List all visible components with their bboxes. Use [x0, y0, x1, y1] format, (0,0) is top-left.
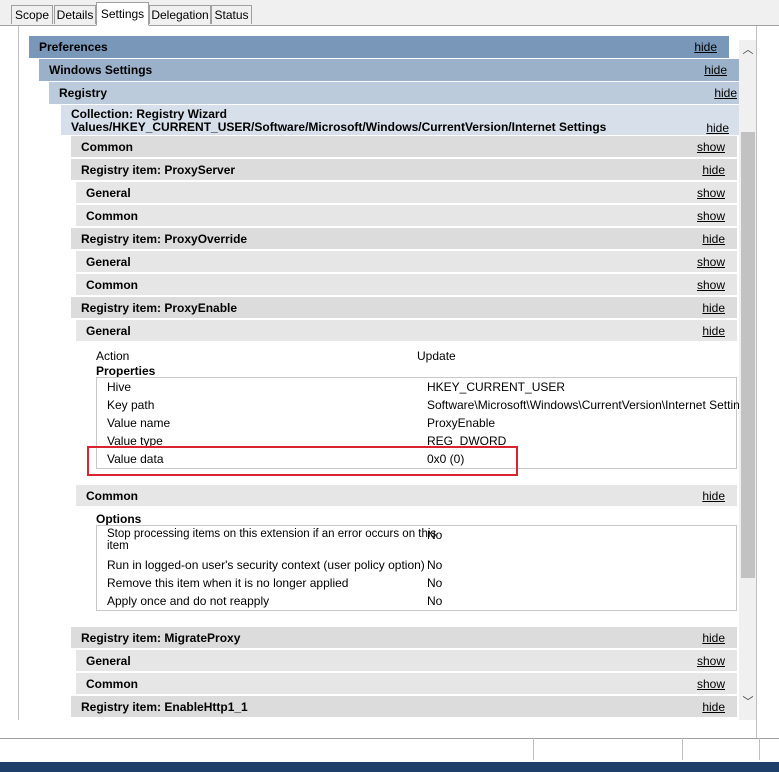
section-proxyenable-general: General hide	[76, 319, 737, 341]
section-proxyenable-common: Common hide	[76, 484, 737, 506]
option-value: No	[427, 594, 443, 608]
action-label: Action	[96, 349, 130, 363]
option-label: Stop processing items on this extension …	[107, 528, 436, 552]
property-value: ProxyEnable	[427, 416, 496, 430]
section-proxyserver: Registry item: ProxyServer hide	[71, 158, 737, 180]
section-title: Preferences	[39, 40, 108, 54]
section-proxyserver-general: General show	[76, 181, 737, 203]
tab-status[interactable]: Status	[211, 5, 252, 24]
hide-link[interactable]: hide	[694, 36, 717, 58]
option-label: Apply once and do not reapply	[107, 594, 270, 608]
collection-title-line2: Values/HKEY_CURRENT_USER/Software/Micros…	[71, 120, 607, 134]
section-title: Common	[86, 677, 138, 691]
status-bar	[0, 738, 779, 761]
show-link[interactable]: show	[697, 182, 725, 204]
section-collection: Collection: Registry Wizard Values/HKEY_…	[61, 105, 739, 135]
section-proxyoverride: Registry item: ProxyOverride hide	[71, 227, 737, 249]
option-label: Run in logged-on user's security context…	[107, 558, 425, 572]
properties-heading: Properties	[96, 364, 156, 378]
section-title: Common	[86, 278, 138, 292]
hide-link[interactable]: hide	[704, 59, 727, 81]
option-label-line: Stop processing items on this extension …	[107, 528, 437, 540]
section-title: Registry item: ProxyEnable	[81, 301, 238, 315]
option-label: Remove this item when it is no longer ap…	[107, 576, 349, 590]
option-value: No	[427, 558, 443, 572]
property-value: HKEY_CURRENT_USER	[427, 380, 566, 394]
show-link[interactable]: show	[697, 205, 725, 227]
hide-link[interactable]: hide	[702, 320, 725, 342]
tab-settings[interactable]: Settings	[96, 2, 149, 26]
status-separator	[759, 738, 760, 760]
hide-link[interactable]: hide	[702, 627, 725, 649]
section-migrateproxy: Registry item: MigrateProxy hide	[71, 626, 737, 648]
section-title: General	[86, 255, 131, 269]
section-title: Windows Settings	[49, 63, 153, 77]
section-migrateproxy-common: Common show	[76, 672, 737, 694]
section-migrateproxy-general: General show	[76, 649, 737, 671]
tab-details[interactable]: Details	[54, 5, 96, 24]
hide-link[interactable]: hide	[702, 696, 725, 718]
show-link[interactable]: show	[697, 650, 725, 672]
options-heading: Options	[96, 512, 142, 526]
taskbar-strip	[0, 762, 779, 772]
section-title: General	[86, 186, 131, 200]
section-title: Registry item: MigrateProxy	[81, 631, 241, 645]
show-link[interactable]: show	[697, 673, 725, 695]
hide-link[interactable]: hide	[706, 121, 729, 135]
show-link[interactable]: show	[697, 136, 725, 158]
right-frame	[756, 26, 779, 738]
section-title: Common	[86, 209, 138, 223]
section-title: General	[86, 324, 131, 338]
hide-link[interactable]: hide	[702, 485, 725, 507]
show-link[interactable]: show	[697, 274, 725, 296]
hide-link[interactable]: hide	[714, 82, 737, 104]
section-preferences: Preferences hide	[29, 36, 729, 58]
section-registry: Registry hide	[49, 82, 739, 104]
section-proxyoverride-general: General show	[76, 250, 737, 272]
scroll-down-icon[interactable]: ﹀	[741, 694, 755, 710]
section-title: Registry item: ProxyOverride	[81, 232, 248, 246]
section-title: Common	[86, 489, 138, 503]
hide-link[interactable]: hide	[702, 228, 725, 250]
section-title: Registry item: ProxyServer	[81, 163, 236, 177]
highlight-box	[87, 446, 518, 476]
property-label: Key path	[107, 398, 155, 412]
option-value: No	[427, 528, 443, 542]
option-label-line: item	[107, 540, 129, 552]
section-title: Common	[81, 140, 133, 154]
section-title: Registry item: EnableHttp1_1	[81, 700, 248, 714]
section-windows-settings: Windows Settings hide	[39, 59, 739, 81]
scroll-up-icon[interactable]: ︿	[741, 42, 755, 58]
property-label: Value name	[107, 416, 171, 430]
section-proxyserver-common: Common show	[76, 204, 737, 226]
section-common-top: Common show	[71, 135, 737, 157]
action-value: Update	[417, 349, 456, 363]
section-proxyenable: Registry item: ProxyEnable hide	[71, 296, 737, 318]
show-link[interactable]: show	[697, 251, 725, 273]
property-value: Software\Microsoft\Windows\CurrentVersio…	[427, 398, 753, 412]
option-value: No	[427, 576, 443, 590]
tab-scope[interactable]: Scope	[11, 5, 53, 24]
hide-link[interactable]: hide	[702, 159, 725, 181]
property-label: Hive	[107, 380, 132, 394]
section-proxyoverride-common: Common show	[76, 273, 737, 295]
section-title: General	[86, 654, 131, 668]
section-enablehttp: Registry item: EnableHttp1_1 hide	[71, 695, 737, 717]
status-separator	[533, 738, 534, 760]
section-title: Registry	[59, 86, 108, 100]
status-separator	[682, 738, 683, 760]
hide-link[interactable]: hide	[702, 297, 725, 319]
settings-report: Preferences hide Windows Settings hide R…	[18, 26, 757, 720]
tab-delegation[interactable]: Delegation	[149, 5, 211, 24]
scrollbar-thumb[interactable]	[741, 132, 755, 578]
